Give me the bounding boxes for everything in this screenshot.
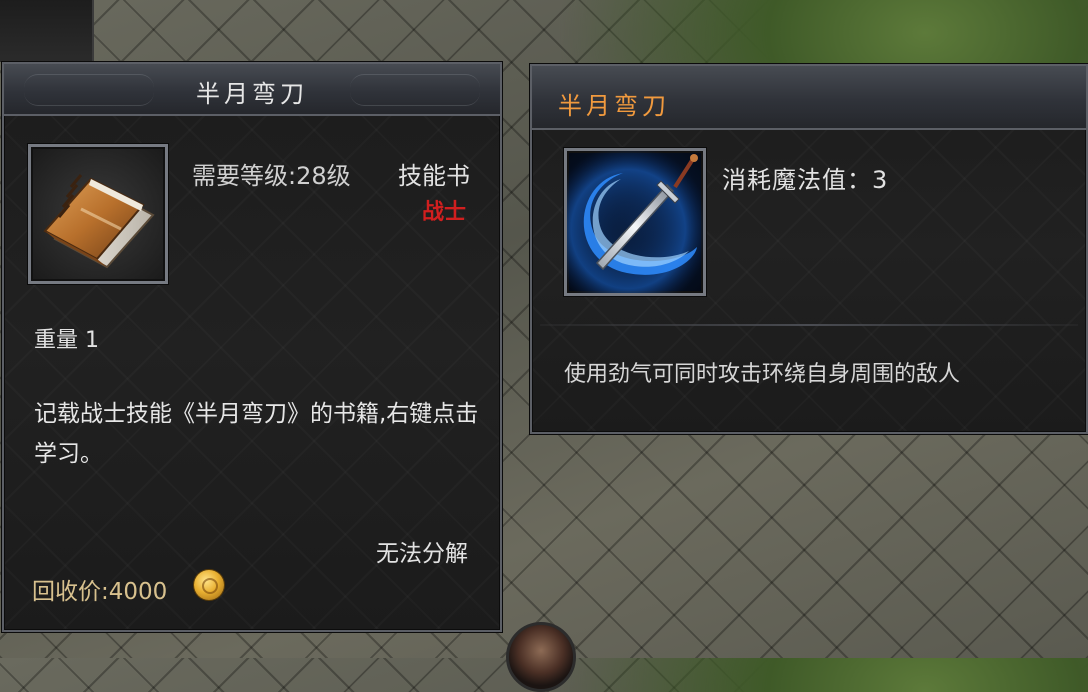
level-requirement: 需要等级:28级 [192, 162, 351, 190]
item-title: 半月弯刀 [196, 80, 308, 108]
class-requirement: 战士 [422, 200, 467, 225]
skill-tooltip-title-bar: 半月弯刀 [532, 66, 1086, 130]
skill-description: 使用劲气可同时攻击环绕自身周围的敌人 [564, 362, 961, 387]
tooltip-divider [540, 324, 1078, 326]
mana-cost: 消耗魔法值：3 [722, 166, 889, 194]
item-description: 记载战士技能《半月弯刀》的书籍,右键点击学习。 [34, 401, 479, 467]
background-window-edge [0, 0, 94, 62]
crescent-sword-skill-icon [564, 148, 706, 296]
skill-title: 半月弯刀 [558, 92, 670, 120]
recycle-price: 回收价:4000 [32, 579, 168, 605]
skill-book-icon [28, 144, 168, 284]
skill-tooltip-panel: 半月弯刀 消耗魔法值：3 使用劲气可同时攻击环绕自身周围的敌人 [530, 64, 1088, 434]
character-portrait [506, 622, 576, 692]
item-tooltip-panel: 半月弯刀 需要等级:28级 技能书 战士 重量 1 记载战士技能《半月弯刀》的书… [2, 62, 502, 632]
dismantle-status: 无法分解 [376, 541, 468, 567]
item-type: 技能书 [398, 162, 470, 190]
item-tooltip-title-bar: 半月弯刀 [4, 64, 500, 116]
item-weight: 重量 1 [34, 328, 99, 353]
gold-coin-icon [194, 570, 224, 600]
